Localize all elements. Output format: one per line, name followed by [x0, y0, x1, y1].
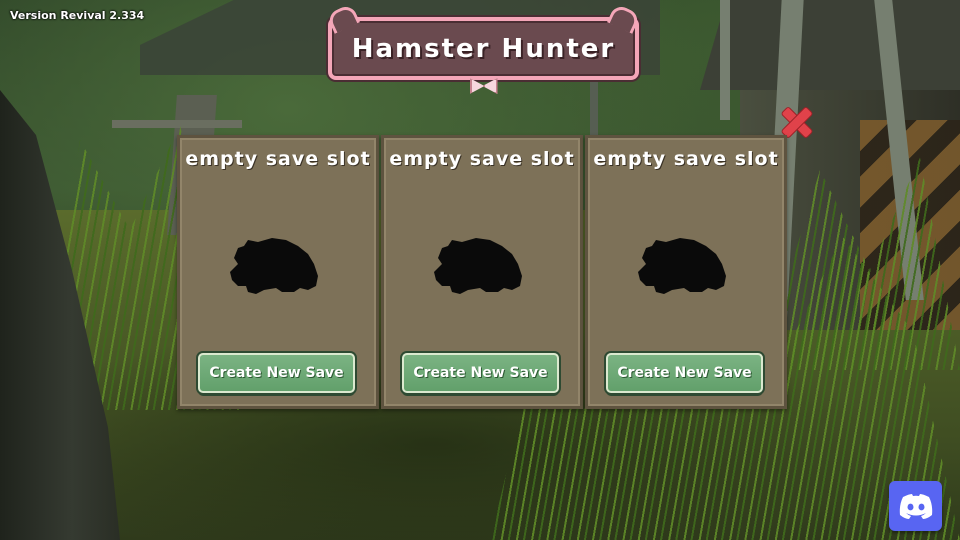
save-slot-2[interactable]: empty save slot Create New Save: [381, 135, 583, 409]
create-new-save-button[interactable]: Create New Save: [606, 353, 763, 393]
hamster-silhouette-icon: [434, 238, 522, 294]
discord-icon: [899, 494, 932, 519]
hut-roof: [700, 0, 960, 90]
create-new-save-button[interactable]: Create New Save: [402, 353, 559, 393]
save-slot-1[interactable]: empty save slot Create New Save: [177, 135, 379, 409]
discord-button[interactable]: [889, 481, 942, 531]
hamster-silhouette-icon: [230, 238, 318, 294]
save-slot-label: empty save slot: [593, 148, 779, 170]
save-slot-label: empty save slot: [185, 148, 371, 170]
version-label: Version Revival 2.334: [10, 9, 145, 22]
hamster-silhouette-icon: [638, 238, 726, 294]
save-slot-3[interactable]: empty save slot Create New Save: [585, 135, 787, 409]
hut-pole: [720, 0, 730, 120]
save-slot-label: empty save slot: [389, 148, 575, 170]
game-title-plate: Hamster Hunter: [325, 3, 642, 80]
game-title: Hamster Hunter: [351, 33, 616, 64]
wooden-beam: [112, 120, 242, 128]
bow-icon: [472, 78, 496, 92]
create-new-save-button[interactable]: Create New Save: [198, 353, 355, 393]
